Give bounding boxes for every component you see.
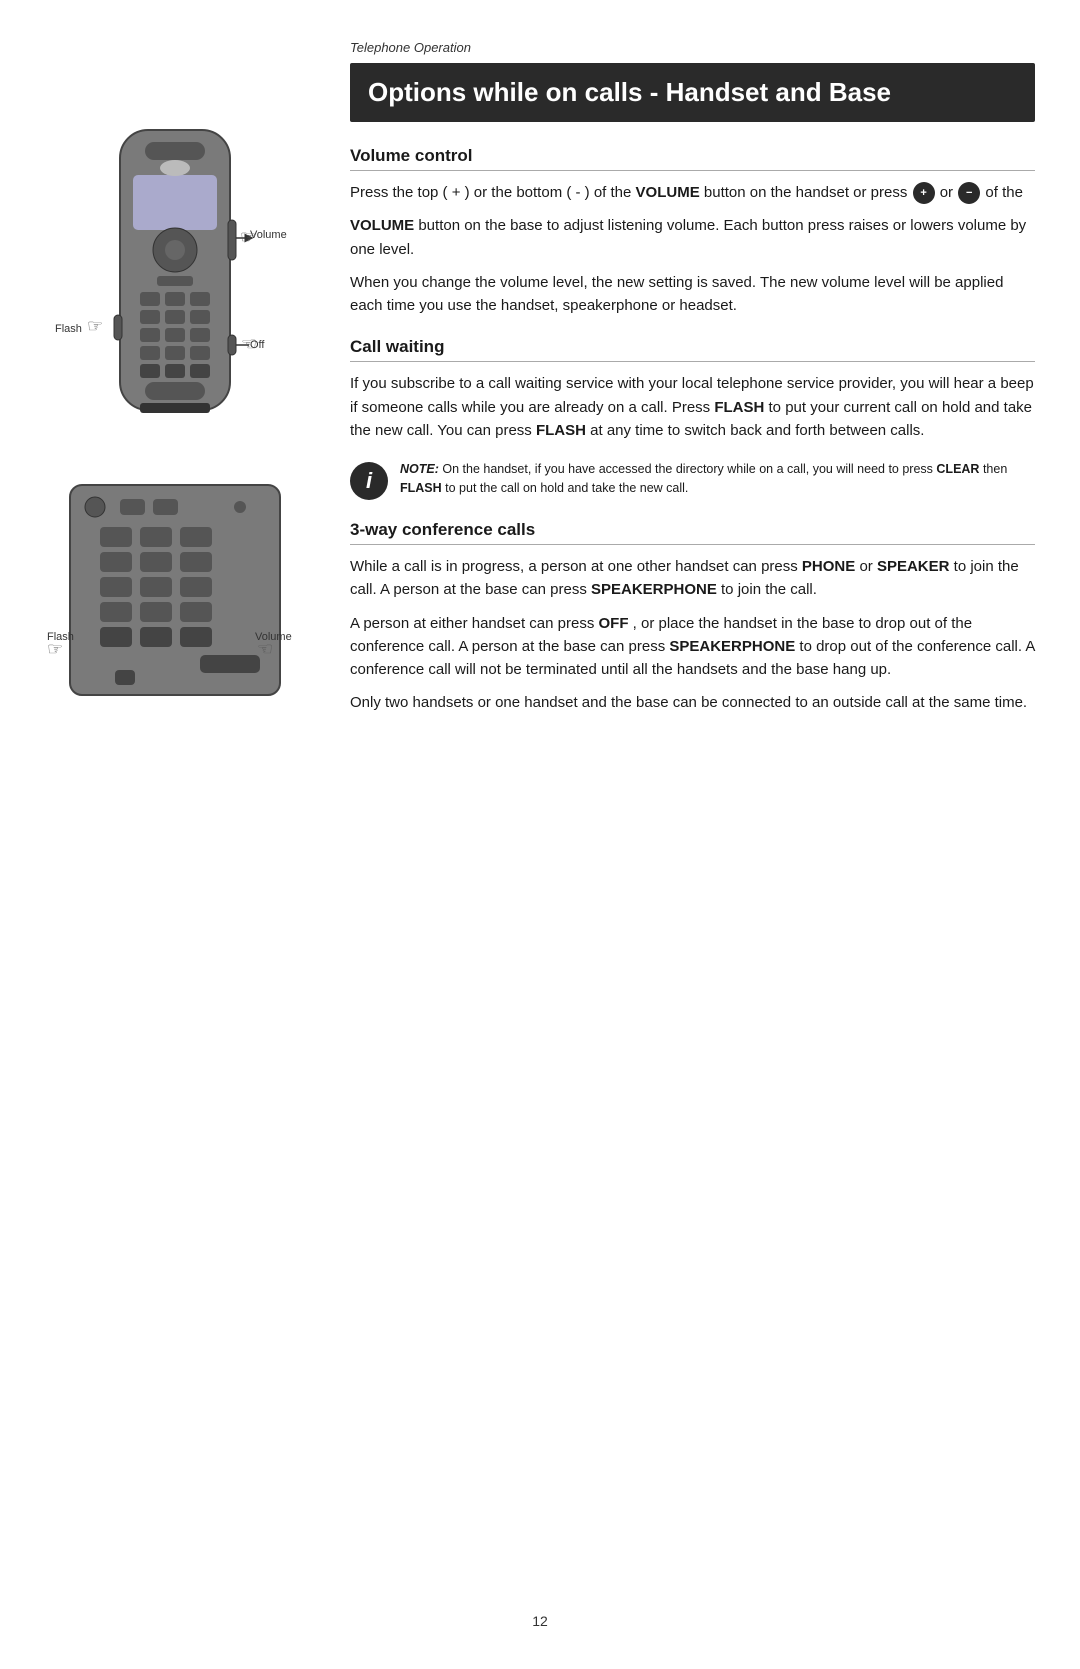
vol-para1-mid: button on the handset or press <box>704 184 907 201</box>
conf-phone: PHONE <box>802 558 855 575</box>
volume-para1: Press the top ( + ) or the bottom ( - ) … <box>350 181 1035 204</box>
vol-up-icon: + <box>913 182 935 204</box>
call-waiting-body: If you subscribe to a call waiting servi… <box>350 372 1035 442</box>
conference-para3: Only two handsets or one handset and the… <box>350 691 1035 714</box>
note-body2: then <box>983 462 1007 476</box>
page-number: 12 <box>532 1613 548 1629</box>
svg-text:☞: ☞ <box>47 639 63 659</box>
note-box: i NOTE: On the handset, if you have acce… <box>350 460 1035 500</box>
note-flash: FLASH <box>400 481 442 495</box>
conf-p1-start: While a call is in progress, a person at… <box>350 558 802 575</box>
page-title: Options while on calls - Handset and Bas… <box>368 77 1017 108</box>
note-body3: to put the call on hold and take the new… <box>445 481 688 495</box>
vol-para1-end: of the <box>985 184 1023 201</box>
vol-para2-end: button on the base to adjust listening v… <box>350 217 1026 257</box>
conference-para2: A person at either handset can press OFF… <box>350 612 1035 682</box>
svg-text:☞: ☞ <box>240 227 256 247</box>
conference-section: 3-way conference calls While a call is i… <box>350 520 1035 715</box>
page-container: Volume ☞ Flash ☞ Off ☜ <box>0 0 1080 1669</box>
vol-bold2: VOLUME <box>350 217 414 234</box>
page-title-block: Options while on calls - Handset and Bas… <box>350 63 1035 122</box>
call-waiting-section: Call waiting If you subscribe to a call … <box>350 337 1035 442</box>
base-svg: Flash ☞ Volume ☜ <box>45 475 305 745</box>
volume-control-title: Volume control <box>350 146 1035 171</box>
note-body1: On the handset, if you have accessed the… <box>442 462 936 476</box>
conf-speakerphone1: SPEAKERPHONE <box>591 581 717 598</box>
volume-control-section: Volume control Press the top ( + ) or th… <box>350 146 1035 317</box>
vol-bold1: VOLUME <box>636 184 700 201</box>
conf-p1-end2: to join the call. <box>721 581 817 598</box>
conference-para1: While a call is in progress, a person at… <box>350 555 1035 602</box>
volume-para2: VOLUME button on the base to adjust list… <box>350 214 1035 261</box>
breadcrumb: Telephone Operation <box>350 40 1035 55</box>
note-text: NOTE: On the handset, if you have access… <box>400 460 1035 498</box>
call-waiting-para1: If you subscribe to a call waiting servi… <box>350 372 1035 442</box>
conf-speaker: SPEAKER <box>877 558 950 575</box>
left-column: Volume ☞ Flash ☞ Off ☜ <box>0 40 320 1629</box>
base-illustration: Flash ☞ Volume ☜ <box>45 475 305 735</box>
handset-svg: Volume ☞ Flash ☞ Off ☜ <box>45 120 305 460</box>
right-column: Telephone Operation Options while on cal… <box>320 40 1080 1629</box>
conference-title: 3-way conference calls <box>350 520 1035 545</box>
conference-body: While a call is in progress, a person at… <box>350 555 1035 715</box>
conf-off: OFF <box>599 615 629 632</box>
vol-down-icon: − <box>958 182 980 204</box>
svg-text:☜: ☜ <box>241 334 257 354</box>
volume-control-body: Press the top ( + ) or the bottom ( - ) … <box>350 181 1035 317</box>
cw-flash1: FLASH <box>714 399 764 416</box>
svg-text:☜: ☜ <box>257 639 273 659</box>
cw-para1-end2: at any time to switch back and forth bet… <box>590 422 924 439</box>
handset-illustration: Volume ☞ Flash ☞ Off ☜ <box>45 120 305 460</box>
note-clear: CLEAR <box>936 462 979 476</box>
vol-para1-start: Press the top ( + ) or the bottom ( - ) … <box>350 184 636 201</box>
svg-text:Flash: Flash <box>55 323 82 335</box>
conf-or: or <box>859 558 877 575</box>
svg-text:☞: ☞ <box>87 316 103 336</box>
cw-flash2: FLASH <box>536 422 586 439</box>
call-waiting-title: Call waiting <box>350 337 1035 362</box>
note-label: NOTE: <box>400 462 439 476</box>
volume-para3: When you change the volume level, the ne… <box>350 271 1035 318</box>
note-icon: i <box>350 462 388 500</box>
conf-speakerphone2: SPEAKERPHONE <box>669 638 795 655</box>
conf-p2-start: A person at either handset can press <box>350 615 599 632</box>
vol-or: or <box>940 184 958 201</box>
